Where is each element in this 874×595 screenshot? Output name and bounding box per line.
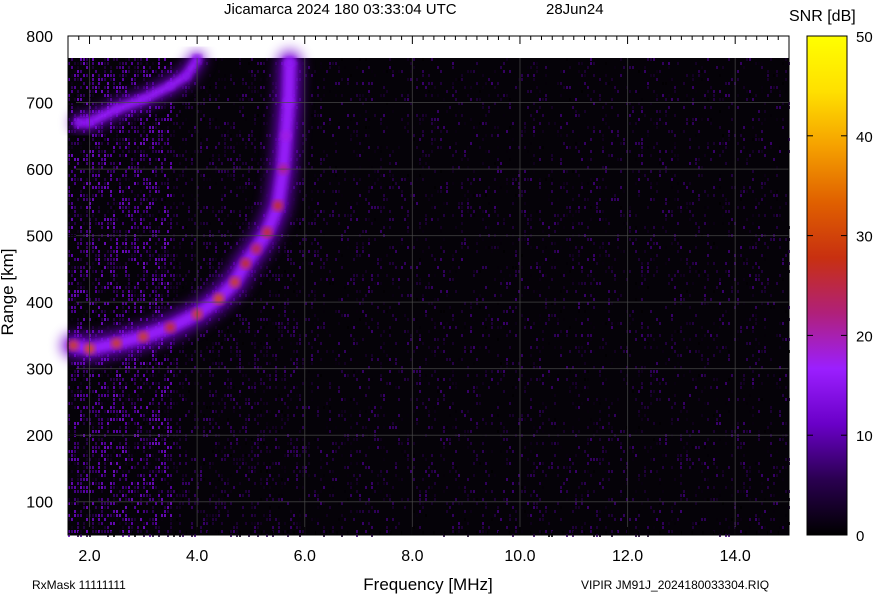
y-tick-label: 600 [26, 162, 53, 179]
y-tick-label: 800 [26, 29, 53, 46]
colorbar-tick-label: 10 [856, 428, 873, 445]
x-tick-label: 8.0 [401, 548, 423, 565]
y-tick-label: 700 [26, 96, 53, 113]
y-tick-label: 400 [26, 295, 53, 312]
x-tick-label: 14.0 [720, 548, 751, 565]
trace-point [272, 200, 283, 211]
trace-point [166, 81, 175, 90]
y-tick-label: 100 [26, 495, 53, 512]
x-tick-label: 2.0 [78, 548, 100, 565]
colorbar-tick-label: 30 [856, 229, 873, 246]
y-axis-label: Range [km] [0, 249, 17, 336]
x-axis-label: Frequency [MHz] [363, 575, 492, 594]
trace-point [165, 322, 176, 333]
colorbar-tick-label: 0 [856, 528, 864, 545]
trace-point [182, 71, 191, 80]
x-tick-label: 4.0 [186, 548, 208, 565]
colorbar: 0 10 20 30 40 50 SNR [dB] [789, 8, 873, 545]
trace-point [240, 258, 251, 269]
colorbar-label: SNR [dB] [789, 8, 856, 25]
trace-point [229, 277, 240, 288]
colorbar-tick-label: 20 [856, 328, 873, 345]
trace-point [111, 338, 122, 349]
plot-top-blank [68, 36, 789, 58]
trace-point [139, 95, 148, 104]
trace-point [112, 105, 121, 114]
ionogram-chart: Jicamarca 2024 180 03:33:04 UTC 28Jun24 … [0, 1, 873, 594]
trace-point [284, 57, 295, 68]
x-tick-label: 12.0 [612, 548, 643, 565]
trace-point [74, 118, 83, 127]
plot-area [60, 35, 790, 537]
colorbar-gradient [806, 35, 848, 536]
x-tick-label: 6.0 [294, 548, 316, 565]
trace-point [138, 331, 149, 342]
y-tick-label: 500 [26, 229, 53, 246]
colorbar-tick-label: 50 [856, 29, 873, 46]
rxmask-text: RxMask 11111111 [32, 578, 126, 592]
trace-point [251, 243, 262, 254]
file-text: VIPIR JM91J_2024180033304.RIQ [581, 578, 769, 592]
trace-point [280, 130, 291, 141]
chart-date: 28Jun24 [546, 1, 604, 18]
x-tick-label: 10.0 [504, 548, 535, 565]
colorbar-tick-label: 40 [856, 129, 873, 146]
chart-title: Jicamarca 2024 180 03:33:04 UTC [224, 1, 457, 18]
trace-point [68, 340, 79, 351]
y-tick-label: 300 [26, 362, 53, 379]
y-tick-label: 200 [26, 428, 53, 445]
